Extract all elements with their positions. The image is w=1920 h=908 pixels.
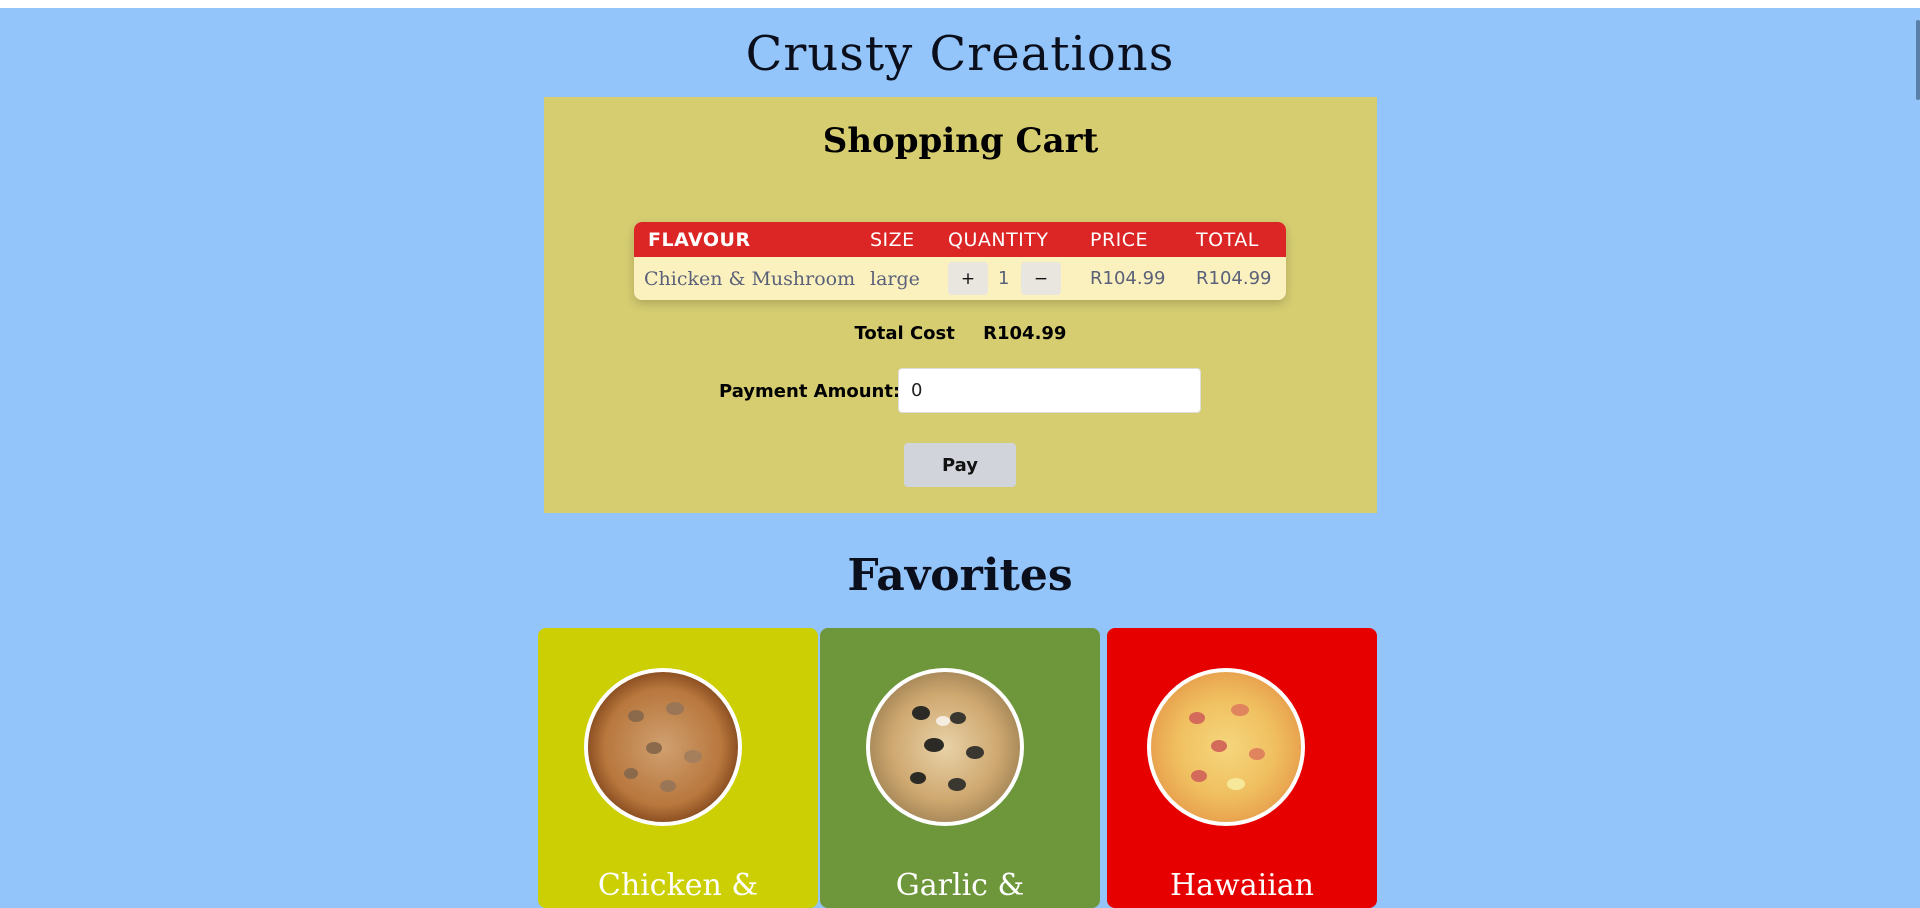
shopping-cart-panel: Shopping Cart FLAVOUR SIZE QUANTITY PRIC… <box>544 97 1377 513</box>
topping <box>1231 704 1249 716</box>
topping <box>912 706 930 720</box>
pizza-image <box>584 668 742 826</box>
topping <box>660 780 676 792</box>
pay-button[interactable]: Pay <box>904 443 1016 487</box>
column-flavour: FLAVOUR <box>648 229 751 251</box>
favorites-title: Favorites <box>847 550 1073 601</box>
topping <box>1189 712 1205 724</box>
topping <box>666 702 684 715</box>
topping <box>1211 740 1227 752</box>
topping <box>924 738 944 752</box>
favorite-card-hawaiian[interactable]: Hawaiian <box>1107 628 1377 908</box>
topping <box>910 772 926 784</box>
site-title: Crusty Creations <box>745 26 1175 82</box>
cell-total: R104.99 <box>1196 268 1272 289</box>
total-cost-label: Total Cost <box>854 323 955 344</box>
topping <box>948 778 966 791</box>
column-total: TOTAL <box>1196 229 1259 251</box>
column-size: SIZE <box>870 229 915 251</box>
favorite-name: Hawaiian <box>1169 868 1314 903</box>
topping <box>1191 770 1207 782</box>
pizza-image <box>866 668 1024 826</box>
payment-amount-input[interactable] <box>898 368 1201 413</box>
topping <box>624 768 638 779</box>
decrease-quantity-button[interactable]: − <box>1021 262 1061 295</box>
column-price: PRICE <box>1090 229 1149 251</box>
total-cost: Total Cost R104.99 <box>544 323 1377 344</box>
topping <box>936 716 950 726</box>
cart-table: FLAVOUR SIZE QUANTITY PRICE TOTAL Chicke… <box>634 222 1286 300</box>
topping <box>1227 778 1245 790</box>
cell-flavour: Chicken & Mushroom <box>644 268 856 290</box>
topping <box>966 746 984 759</box>
increase-quantity-button[interactable]: + <box>948 262 988 295</box>
favorite-name: Garlic & <box>895 868 1025 903</box>
topping <box>684 750 702 763</box>
topping <box>1249 748 1265 760</box>
favorite-name: Chicken & <box>597 868 759 903</box>
cart-table-header: FLAVOUR SIZE QUANTITY PRICE TOTAL <box>634 222 1286 257</box>
cell-size: large <box>870 268 920 290</box>
top-strip <box>0 0 1920 8</box>
payment-amount-label: Payment Amount: <box>719 381 901 402</box>
table-row: Chicken & Mushroom large + 1 − R104.99 R… <box>634 257 1286 300</box>
cell-price: R104.99 <box>1090 268 1166 289</box>
quantity-value: 1 <box>998 268 1010 289</box>
column-quantity: QUANTITY <box>948 229 1049 251</box>
pizza-image <box>1147 668 1305 826</box>
cart-title: Shopping Cart <box>822 121 1099 161</box>
favorite-card-garlic[interactable]: Garlic & <box>820 628 1100 908</box>
total-cost-value: R104.99 <box>983 323 1067 344</box>
topping <box>628 710 644 722</box>
favorite-card-chicken[interactable]: Chicken & <box>538 628 818 908</box>
topping <box>950 712 966 724</box>
topping <box>646 742 662 754</box>
